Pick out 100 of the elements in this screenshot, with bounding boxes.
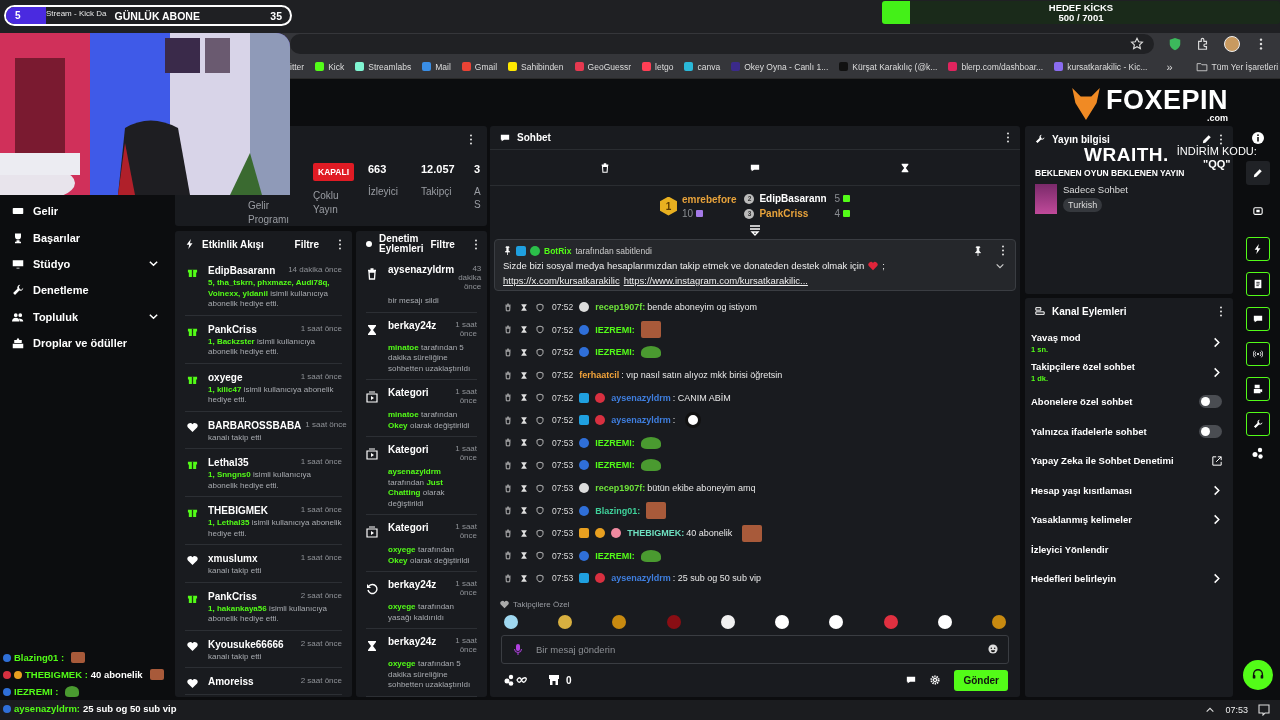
chat-username[interactable]: recep1907f: [595, 483, 646, 494]
more-icon[interactable] [338, 238, 342, 250]
channel-action[interactable]: Yavaş mod [1031, 331, 1081, 343]
chat-username[interactable]: IEZREMI: [595, 324, 635, 335]
shield-icon[interactable] [536, 370, 544, 380]
shield-icon[interactable] [536, 302, 544, 312]
tab-title[interactable]: Stream - Kick Da [46, 9, 107, 18]
shield-icon[interactable] [536, 325, 544, 335]
chat-username[interactable]: Blazing01: [595, 505, 641, 516]
hourglass-icon[interactable] [520, 506, 528, 516]
broadcast-button[interactable] [1245, 342, 1270, 366]
emote[interactable] [504, 614, 518, 629]
bookmark[interactable]: Mail [422, 61, 451, 72]
emote[interactable] [829, 614, 844, 629]
trash-icon[interactable] [504, 460, 512, 470]
more-icon[interactable] [1001, 245, 1005, 256]
pin-icon[interactable] [973, 245, 983, 256]
bookmark[interactable]: GeoGuessr [574, 61, 632, 72]
shield-icon[interactable] [536, 460, 544, 470]
bookmark[interactable]: Okey Oyna - Canlı 1... [731, 61, 829, 72]
notification-icon[interactable] [1258, 704, 1270, 716]
settings-icon[interactable] [930, 675, 941, 686]
trash-icon[interactable] [504, 483, 512, 493]
shield-icon[interactable] [536, 348, 544, 357]
shield-icon[interactable] [536, 528, 544, 538]
hourglass-icon[interactable] [900, 162, 910, 173]
star-icon[interactable] [1130, 37, 1144, 51]
chat-username[interactable]: IEZREMI: [595, 347, 635, 358]
bookmark[interactable]: Gmail [461, 61, 498, 72]
edit-button[interactable] [1245, 161, 1270, 185]
toggle-switch[interactable] [1199, 395, 1222, 409]
hourglass-icon[interactable] [520, 551, 528, 561]
hourglass-icon[interactable] [520, 302, 528, 312]
channel-action[interactable]: Yasaklanmış kelimeler [1031, 514, 1132, 526]
info-icon[interactable] [1251, 132, 1264, 144]
channel-action[interactable]: Takipçilere özel sohbet [1031, 361, 1135, 373]
trash-icon[interactable] [504, 528, 512, 538]
trash-icon[interactable] [504, 348, 512, 357]
chat-bubble-icon[interactable] [906, 675, 917, 686]
hourglass-icon[interactable] [520, 348, 528, 357]
caret-up-icon[interactable] [1205, 705, 1216, 715]
trash-icon[interactable] [504, 573, 512, 583]
shield-icon[interactable] [536, 415, 544, 425]
store-icon[interactable] [548, 674, 560, 687]
notes-button[interactable] [1245, 272, 1270, 296]
camera-button[interactable] [1245, 377, 1270, 401]
shield-icon[interactable] [536, 506, 544, 516]
trash-icon[interactable] [504, 325, 512, 335]
hourglass-icon[interactable] [520, 483, 528, 493]
channel-action[interactable]: Yapay Zeka ile Sohbet Denetimi [1031, 455, 1174, 467]
more-icon[interactable] [469, 134, 473, 145]
emote[interactable] [558, 614, 573, 629]
scroll-down-icon[interactable] [749, 224, 761, 236]
nav-item[interactable]: Başarılar [0, 224, 175, 251]
dots-icon[interactable] [1251, 447, 1264, 459]
hourglass-icon[interactable] [520, 370, 528, 380]
link[interactable]: https://x.com/kursatkarakilic [503, 275, 620, 286]
bookmark[interactable]: Sahibinden [508, 61, 564, 72]
all-bookmarks[interactable]: Tüm Yer İşaretleri [1195, 60, 1279, 73]
chat-username[interactable]: aysenazyldrm [611, 415, 671, 426]
emoji-icon[interactable] [988, 644, 998, 655]
chat-username[interactable]: aysenazyldrm [611, 392, 671, 403]
hourglass-icon[interactable] [520, 573, 528, 583]
channel-action[interactable]: İzleyici Yönlendir [1031, 543, 1109, 555]
channel-action[interactable]: Abonelere özel sohbet [1031, 396, 1133, 408]
points-infinity-icon[interactable] [504, 674, 528, 687]
trash-icon[interactable] [504, 393, 512, 403]
trash-icon[interactable] [504, 415, 512, 425]
filter-button[interactable]: Filtre [430, 238, 455, 250]
nav-item[interactable]: Denetleme [0, 277, 175, 304]
help-button[interactable] [1242, 660, 1273, 690]
bookmark[interactable]: letgo [642, 61, 674, 72]
lightning-button[interactable] [1245, 237, 1270, 261]
chat-username[interactable]: IEZREMI: [595, 437, 635, 448]
message-input[interactable]: Bir mesaj gönderin [536, 643, 976, 655]
hourglass-icon[interactable] [520, 528, 528, 538]
trash-icon[interactable] [504, 438, 512, 448]
hourglass-icon[interactable] [520, 438, 528, 448]
chat-username[interactable]: IEZREMI: [595, 550, 635, 561]
bookmark[interactable]: Kürşat Karakılıç (@k... [839, 61, 938, 72]
hourglass-icon[interactable] [520, 325, 528, 335]
more-bookmarks[interactable]: » [1166, 60, 1173, 73]
hourglass-icon[interactable] [520, 460, 528, 470]
shield-icon[interactable] [536, 573, 544, 583]
external-link-icon[interactable] [1212, 455, 1222, 466]
clock[interactable]: 07:53 [1225, 705, 1248, 715]
send-button[interactable]: Gönder [954, 669, 1008, 691]
toggle-switch[interactable] [1199, 424, 1222, 438]
bookmark[interactable]: Streamlabs [355, 61, 412, 72]
bookmark[interactable]: blerp.com/dashboar... [948, 61, 1044, 72]
emote[interactable] [775, 614, 790, 629]
more-icon[interactable] [1219, 133, 1223, 145]
more-icon[interactable] [1219, 305, 1223, 317]
hourglass-icon[interactable] [520, 415, 528, 425]
shield-icon[interactable] [536, 483, 544, 493]
wrench-button[interactable] [1245, 412, 1270, 436]
pencil-icon[interactable] [1202, 134, 1212, 144]
emote[interactable] [937, 614, 952, 629]
profile-avatar[interactable] [1224, 36, 1240, 52]
chat-username[interactable]: recep1907f: [595, 302, 646, 313]
